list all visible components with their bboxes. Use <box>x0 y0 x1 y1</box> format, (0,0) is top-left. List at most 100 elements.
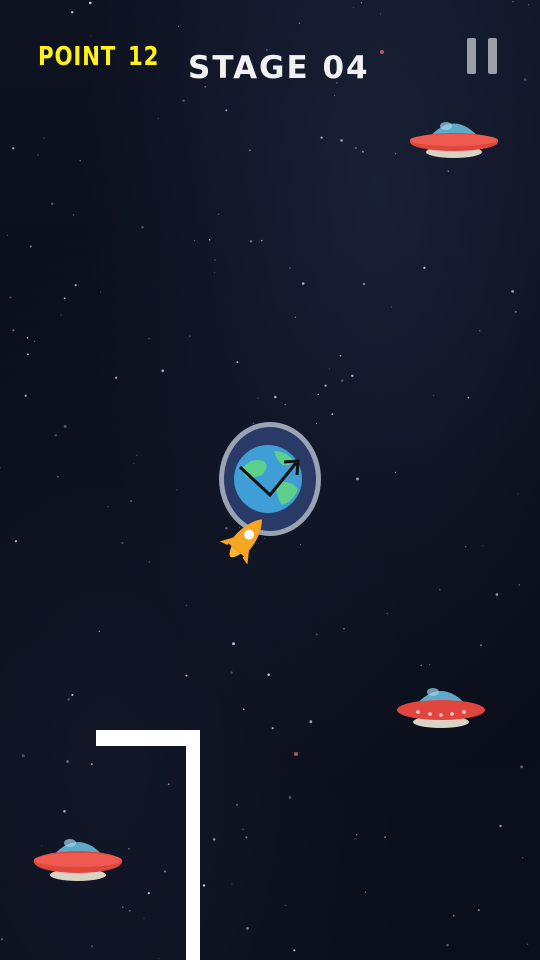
star <box>0 466 1 469</box>
star <box>50 202 54 206</box>
star <box>432 395 434 397</box>
star <box>464 545 467 548</box>
star <box>133 463 135 465</box>
star <box>242 828 244 831</box>
star <box>236 804 238 806</box>
star <box>148 561 150 563</box>
star <box>214 272 216 273</box>
star <box>130 499 133 503</box>
point-value: 12 <box>128 42 160 72</box>
star <box>230 671 233 675</box>
star <box>452 914 455 917</box>
star <box>148 337 150 340</box>
star <box>520 765 524 769</box>
star <box>390 306 392 308</box>
star <box>271 727 274 730</box>
pause-button[interactable] <box>462 36 502 78</box>
star <box>167 783 170 786</box>
star <box>395 153 397 155</box>
star <box>37 154 39 156</box>
star <box>478 909 480 911</box>
star <box>355 834 358 836</box>
star <box>232 642 235 646</box>
star <box>143 917 145 919</box>
star <box>208 238 211 241</box>
star <box>499 824 502 828</box>
star <box>512 1 514 3</box>
star <box>63 297 66 300</box>
star <box>340 139 343 142</box>
star <box>522 857 524 859</box>
ufo-icon <box>410 122 498 158</box>
star <box>246 927 249 930</box>
star <box>158 958 160 960</box>
star <box>72 214 75 216</box>
star <box>315 633 318 636</box>
star <box>245 836 248 839</box>
star <box>185 604 187 606</box>
star <box>141 225 144 229</box>
star <box>386 612 388 615</box>
star <box>354 838 356 840</box>
star <box>351 374 354 378</box>
star <box>293 949 296 952</box>
pause-icon <box>462 36 502 78</box>
star <box>243 708 245 711</box>
star <box>331 413 334 416</box>
star <box>354 146 357 150</box>
point-label: POINT <box>38 42 117 72</box>
star <box>115 376 118 379</box>
star <box>301 282 305 285</box>
star <box>423 266 426 270</box>
game-screen[interactable]: POINT 12 STAGE 04 <box>0 0 540 960</box>
star <box>309 720 313 724</box>
star <box>429 664 431 666</box>
star <box>267 673 270 676</box>
wall-vertical <box>186 730 200 960</box>
star <box>12 329 15 332</box>
star <box>284 404 286 406</box>
star <box>63 425 67 428</box>
star <box>6 234 8 237</box>
star <box>178 25 179 27</box>
star <box>352 6 354 8</box>
red-star <box>380 50 384 54</box>
star <box>249 240 253 243</box>
star <box>98 630 100 632</box>
star <box>182 99 185 102</box>
star <box>136 454 138 456</box>
star <box>54 434 58 437</box>
star <box>320 136 323 139</box>
star <box>420 664 422 666</box>
star <box>90 35 92 37</box>
star <box>21 754 25 758</box>
star <box>127 847 130 850</box>
star <box>189 335 191 337</box>
star <box>176 489 178 491</box>
star <box>213 838 216 841</box>
star <box>511 290 514 293</box>
star <box>100 291 102 293</box>
star <box>324 384 327 387</box>
star <box>526 943 529 945</box>
star <box>260 239 263 242</box>
wall-horizontal <box>96 730 200 746</box>
star <box>343 628 345 630</box>
star <box>213 258 216 262</box>
star <box>479 330 481 332</box>
star <box>362 282 366 286</box>
star <box>248 149 251 152</box>
star <box>161 369 165 373</box>
star <box>79 160 81 162</box>
star <box>447 170 450 172</box>
star <box>60 314 62 316</box>
rocket-icon[interactable] <box>212 508 272 578</box>
star <box>217 213 220 216</box>
star <box>88 1 92 5</box>
star <box>446 943 449 947</box>
star <box>329 368 330 370</box>
star <box>480 644 482 646</box>
stage-title: STAGE 04 <box>188 50 370 86</box>
star <box>289 267 291 269</box>
star <box>334 95 336 96</box>
